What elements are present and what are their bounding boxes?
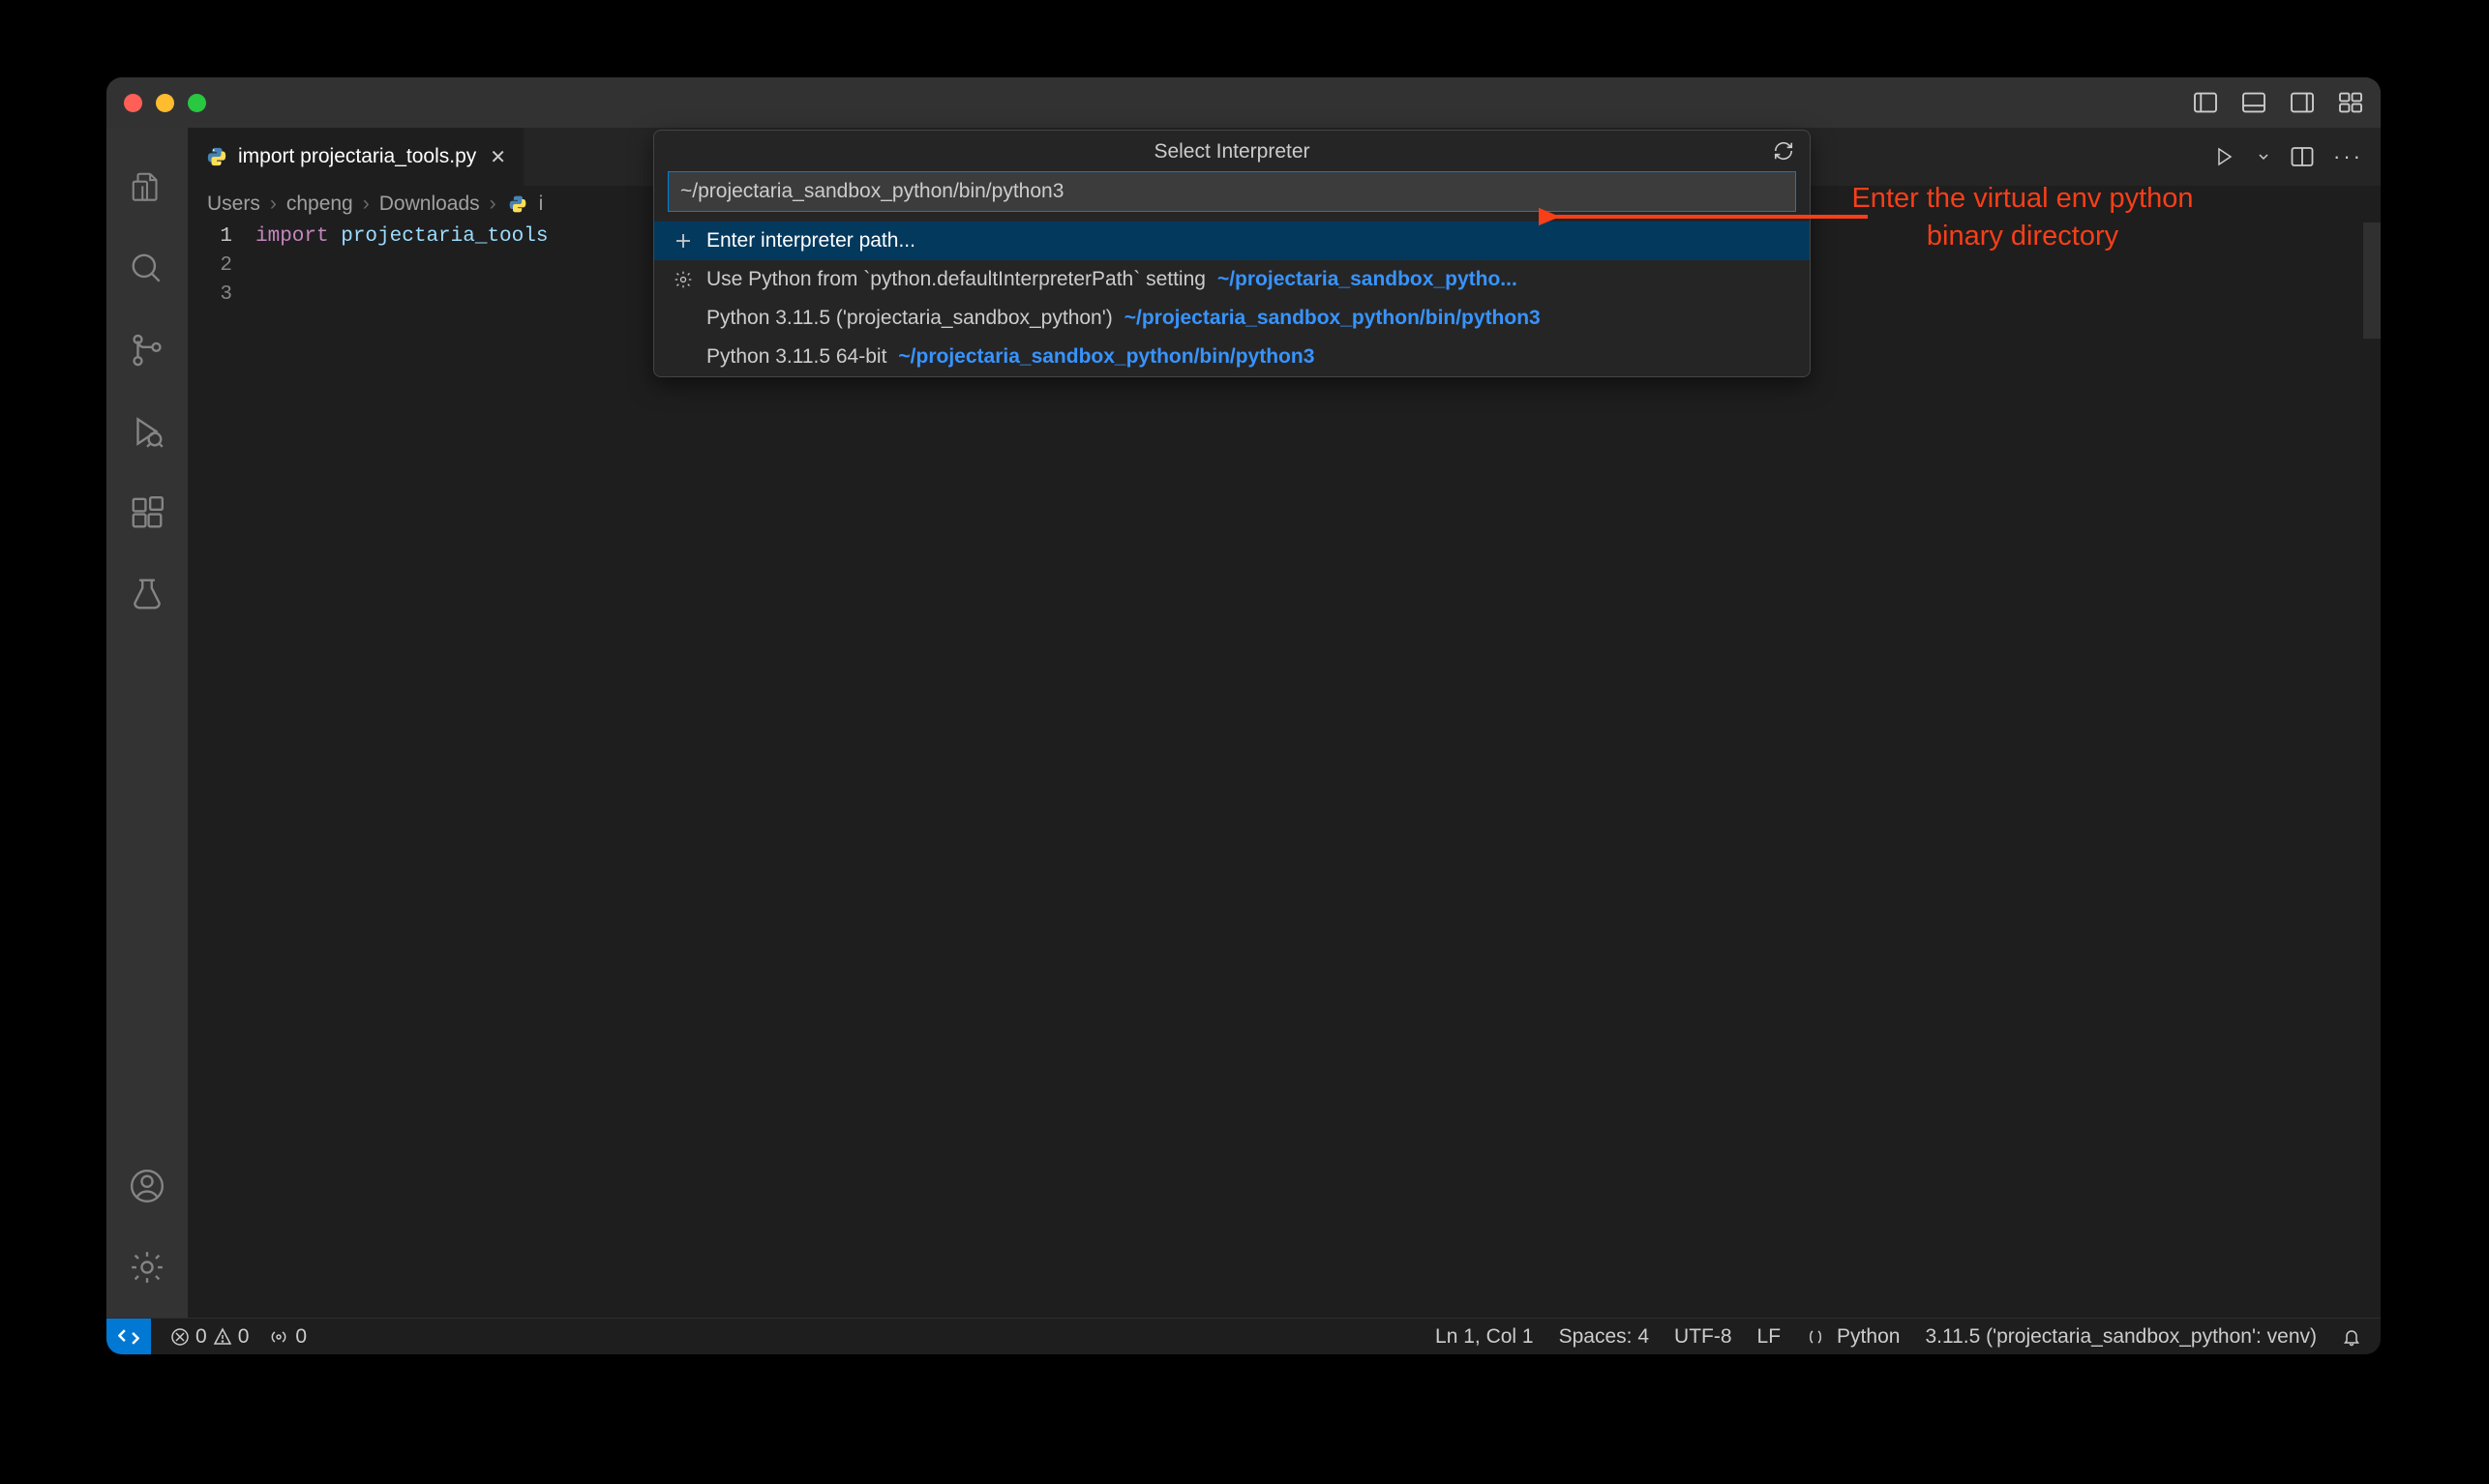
default-interpreter-path-item[interactable]: Use Python from `python.defaultInterpret… xyxy=(654,260,1810,299)
python-file-icon xyxy=(506,193,529,216)
quickpick-item-path: ~/projectaria_sandbox_pytho... xyxy=(1217,268,1517,291)
extensions-icon[interactable] xyxy=(106,472,188,553)
error-count: 0 xyxy=(195,1325,207,1349)
annotation-line: binary directory xyxy=(1771,218,2274,255)
quickpick-item-label: Python 3.11.5 64-bit xyxy=(706,345,886,369)
annotation-line: Enter the virtual env python xyxy=(1771,180,2274,218)
line-number: 1 xyxy=(188,223,232,252)
identifier: projectaria_tools xyxy=(329,225,549,248)
vscode-window: import projectaria_tools.py ✕ xyxy=(106,77,2381,1354)
settings-gear-icon[interactable] xyxy=(106,1227,188,1308)
toggle-bottom-panel-icon[interactable] xyxy=(2241,92,2266,113)
source-control-icon[interactable] xyxy=(106,310,188,391)
language-label: Python xyxy=(1837,1325,1900,1349)
breadcrumb-seg[interactable]: chpeng xyxy=(286,193,353,216)
breadcrumb-seg[interactable]: Downloads xyxy=(379,193,480,216)
quickpick-item-path: ~/projectaria_sandbox_python/bin/python3 xyxy=(898,345,1314,369)
activity-bar xyxy=(106,128,188,1318)
ports-indicator[interactable]: 0 xyxy=(268,1325,307,1349)
python-file-icon xyxy=(205,145,228,168)
refresh-icon[interactable] xyxy=(1773,140,1794,162)
tab-filename: import projectaria_tools.py xyxy=(238,145,476,168)
chevron-right-icon: › xyxy=(270,193,277,216)
warning-count: 0 xyxy=(238,1325,250,1349)
gear-icon xyxy=(672,268,695,291)
quickpick-item-path: ~/projectaria_sandbox_python/bin/python3 xyxy=(1125,307,1541,330)
quickpick-item-label: Enter interpreter path... xyxy=(706,229,915,252)
blank-icon xyxy=(672,307,695,330)
run-debug-icon[interactable] xyxy=(106,391,188,472)
editor-tab[interactable]: import projectaria_tools.py ✕ xyxy=(188,128,525,186)
python-interpreter-status[interactable]: 3.11.5 ('projectaria_sandbox_python': ve… xyxy=(1925,1325,2317,1349)
problems-indicator[interactable]: 0 0 xyxy=(170,1325,249,1349)
ports-count: 0 xyxy=(295,1325,307,1349)
toggle-left-panel-icon[interactable] xyxy=(2193,92,2218,113)
quickpick-item-label: Use Python from `python.defaultInterpret… xyxy=(706,268,1206,291)
quickpick-list: Enter interpreter path... Use Python fro… xyxy=(654,222,1810,376)
line-number: 3 xyxy=(188,281,232,310)
line-number-gutter: 1 2 3 xyxy=(188,223,255,1318)
minimize-window-button[interactable] xyxy=(156,94,174,112)
testing-icon[interactable] xyxy=(106,553,188,635)
titlebar-layout-controls xyxy=(2193,92,2363,113)
indentation-status[interactable]: Spaces: 4 xyxy=(1559,1325,1649,1349)
editor-actions: ··· xyxy=(2213,128,2363,186)
annotation-text: Enter the virtual env python binary dire… xyxy=(1771,180,2274,255)
close-window-button[interactable] xyxy=(124,94,142,112)
accounts-icon[interactable] xyxy=(106,1145,188,1227)
close-tab-icon[interactable]: ✕ xyxy=(486,145,506,169)
blank-icon xyxy=(672,345,695,369)
minimap[interactable] xyxy=(2363,223,2381,1318)
system-interpreter-item[interactable]: Python 3.11.5 64-bit ~/projectaria_sandb… xyxy=(654,338,1810,376)
maximize-window-button[interactable] xyxy=(188,94,206,112)
split-editor-icon[interactable] xyxy=(2291,146,2314,167)
breadcrumb-seg[interactable]: i xyxy=(539,193,544,216)
eol-status[interactable]: LF xyxy=(1757,1325,1782,1349)
run-dropdown-icon[interactable] xyxy=(2256,149,2271,164)
minimap-slider[interactable] xyxy=(2363,223,2381,339)
plus-icon xyxy=(672,229,695,252)
cursor-position[interactable]: Ln 1, Col 1 xyxy=(1435,1325,1534,1349)
select-interpreter-quickpick: Select Interpreter Enter interpreter pat… xyxy=(653,130,1811,377)
quickpick-item-label: Python 3.11.5 ('projectaria_sandbox_pyth… xyxy=(706,307,1113,330)
run-file-icon[interactable] xyxy=(2213,145,2236,168)
encoding-status[interactable]: UTF-8 xyxy=(1674,1325,1732,1349)
explorer-icon[interactable] xyxy=(106,147,188,228)
quickpick-title: Select Interpreter xyxy=(1154,140,1309,163)
window-controls xyxy=(124,94,206,112)
code-content[interactable]: import projectaria_tools xyxy=(255,223,2363,1318)
statusbar: 0 0 0 Ln 1, Col 1 Spaces: 4 UTF-8 LF Pyt… xyxy=(106,1318,2381,1354)
line-number: 2 xyxy=(188,252,232,281)
keyword: import xyxy=(255,225,329,248)
breadcrumb-seg[interactable]: Users xyxy=(207,193,260,216)
more-actions-icon[interactable]: ··· xyxy=(2333,144,2363,169)
notifications-icon[interactable] xyxy=(2342,1327,2361,1347)
search-icon[interactable] xyxy=(106,228,188,310)
chevron-right-icon: › xyxy=(490,193,496,216)
customize-layout-icon[interactable] xyxy=(2338,92,2363,113)
text-editor[interactable]: 1 2 3 import projectaria_tools xyxy=(188,223,2381,1318)
chevron-right-icon: › xyxy=(363,193,370,216)
venv-interpreter-item[interactable]: Python 3.11.5 ('projectaria_sandbox_pyth… xyxy=(654,299,1810,338)
toggle-right-panel-icon[interactable] xyxy=(2290,92,2315,113)
remote-indicator[interactable] xyxy=(106,1319,151,1355)
titlebar xyxy=(106,77,2381,128)
language-mode[interactable]: Python xyxy=(1806,1325,1900,1349)
